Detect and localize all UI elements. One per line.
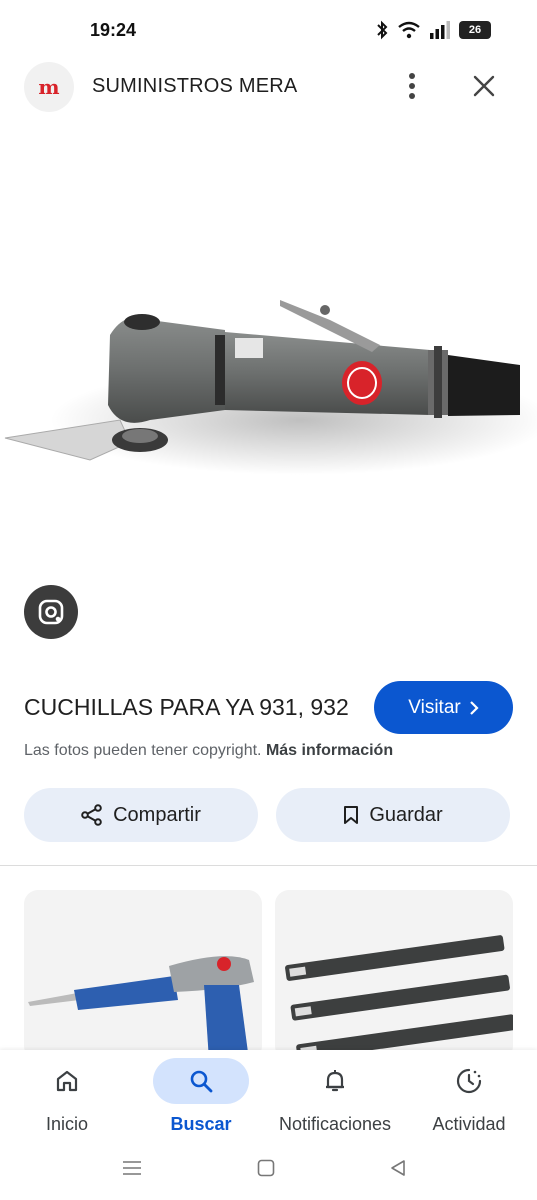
bell-icon <box>326 1070 344 1092</box>
bookmark-icon <box>344 806 359 824</box>
close-button[interactable] <box>466 68 502 104</box>
related-image-card[interactable] <box>24 890 262 1060</box>
battery-icon: 26 <box>459 21 491 39</box>
bluetooth-icon <box>377 20 388 40</box>
signal-icon <box>430 21 450 39</box>
close-icon <box>473 75 495 97</box>
status-icons: 26 <box>375 20 491 40</box>
share-button[interactable]: Compartir <box>24 788 258 842</box>
share-button-label: Compartir <box>113 803 201 826</box>
nav-item-inicio[interactable]: Inicio <box>0 1056 134 1146</box>
back-triangle-icon <box>391 1160 405 1176</box>
lens-icon <box>38 599 64 625</box>
share-icon <box>81 804 102 826</box>
status-time: 19:24 <box>90 20 137 40</box>
activity-icon <box>456 1068 482 1094</box>
nav-item-notificaciones[interactable]: Notificaciones <box>268 1056 402 1146</box>
system-navigation-bar <box>0 1150 537 1186</box>
recents-button[interactable] <box>118 1154 146 1182</box>
section-divider <box>0 865 537 866</box>
more-info-link[interactable]: Más información <box>266 742 393 759</box>
more-options-button[interactable] <box>398 66 426 106</box>
viewer-header: m SUMINISTROS MERA <box>0 60 537 116</box>
related-blades-image <box>285 935 513 1060</box>
chevron-right-icon <box>469 700 479 715</box>
google-lens-button[interactable] <box>24 585 78 639</box>
status-bar: 19:24 26 <box>0 0 537 60</box>
nav-label: Notificaciones <box>278 1114 392 1134</box>
home-button[interactable] <box>252 1154 280 1182</box>
menu-lines-icon <box>123 1161 141 1175</box>
nav-label: Buscar <box>170 1114 232 1134</box>
nav-label: Actividad <box>432 1114 506 1134</box>
more-vert-icon <box>409 73 415 99</box>
site-name[interactable]: SUMINISTROS MERA <box>92 75 297 98</box>
back-button[interactable] <box>384 1154 412 1182</box>
save-button[interactable]: Guardar <box>276 788 510 842</box>
copyright-notice: Las fotos pueden tener copyright. Más in… <box>24 742 393 760</box>
image-title: CUCHILLAS PARA YA 931, 932 <box>24 694 349 720</box>
save-button-label: Guardar <box>369 803 443 826</box>
search-icon <box>190 1070 213 1093</box>
related-tool-image <box>28 956 254 1060</box>
air-tool-illustration <box>4 300 537 475</box>
wifi-icon <box>398 21 420 39</box>
nav-item-actividad[interactable]: Actividad <box>402 1056 536 1146</box>
copyright-text: Las fotos pueden tener copyright. <box>24 742 262 759</box>
visit-button[interactable]: Visitar <box>374 681 513 734</box>
nav-item-buscar[interactable]: Buscar <box>134 1056 268 1146</box>
visit-button-label: Visitar <box>408 696 461 718</box>
site-logo[interactable]: m <box>24 62 74 112</box>
related-image-card[interactable] <box>275 890 513 1060</box>
site-logo-text: m <box>38 75 60 99</box>
home-icon <box>56 1070 78 1092</box>
main-product-image[interactable] <box>0 170 537 590</box>
nav-label: Inicio <box>45 1114 89 1134</box>
square-icon <box>257 1159 275 1177</box>
